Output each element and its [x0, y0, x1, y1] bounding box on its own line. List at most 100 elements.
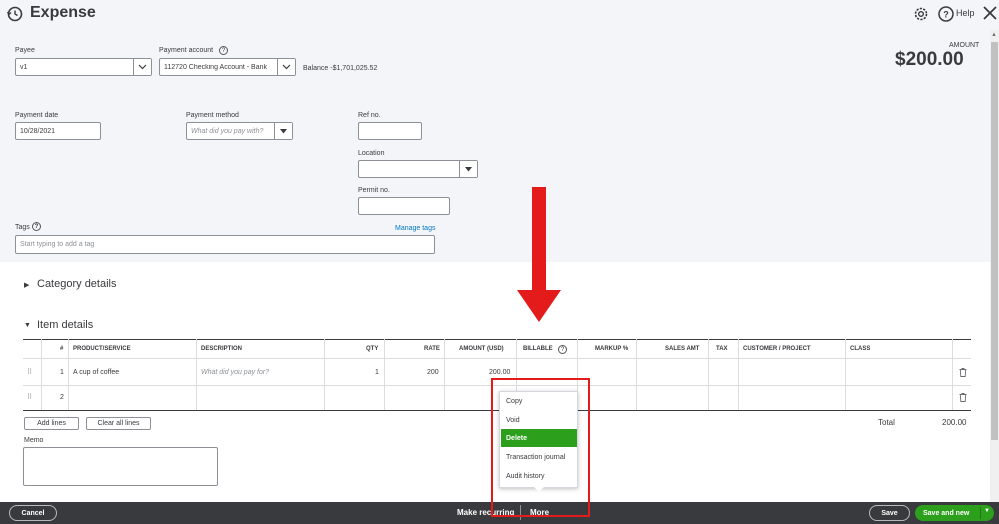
payee-value: v1: [20, 63, 28, 71]
row-product[interactable]: A cup of coffee: [73, 369, 119, 376]
ref-no-label: Ref no.: [358, 112, 381, 119]
billable-info-icon[interactable]: ?: [558, 345, 567, 354]
row-qty[interactable]: 1: [375, 369, 379, 376]
table-header-border: [23, 358, 971, 359]
row-description[interactable]: What did you pay for?: [201, 369, 269, 376]
header-bar: Expense ? Help: [0, 0, 999, 30]
close-icon[interactable]: [982, 4, 998, 22]
page-title: Expense: [30, 4, 96, 21]
memo-textarea[interactable]: [23, 447, 218, 486]
help-label[interactable]: Help: [956, 8, 975, 18]
col-divider: [952, 339, 953, 410]
amount-value: $200.00: [895, 49, 964, 70]
split-button-divider: [980, 507, 981, 519]
col-header-class: CLASS: [850, 346, 871, 352]
permit-no-input[interactable]: [358, 197, 450, 215]
payment-account-select[interactable]: 112720 Checking Account - Bank: [159, 58, 296, 76]
col-divider: [196, 339, 197, 410]
tags-info-icon[interactable]: ?: [32, 222, 41, 231]
col-divider: [444, 339, 445, 410]
col-header-product: PRODUCT/SERVICE: [73, 346, 131, 352]
save-button[interactable]: Save: [869, 505, 910, 521]
payment-account-label: Payment account: [159, 47, 214, 54]
scroll-up-icon[interactable]: ▲: [991, 32, 997, 38]
permit-no-label: Permit no.: [358, 187, 390, 194]
col-divider: [68, 339, 69, 410]
item-details-toggle[interactable]: Item details: [37, 319, 93, 331]
row-amount[interactable]: 200.00: [489, 369, 510, 376]
caret-down-icon[interactable]: ▼: [984, 508, 990, 514]
collapsed-triangle-icon[interactable]: ▶: [24, 281, 29, 289]
payment-date-label: Payment date: [15, 112, 59, 119]
col-header-qty: QTY: [366, 346, 379, 352]
trash-icon[interactable]: [959, 393, 967, 402]
col-divider: [324, 339, 325, 410]
location-label: Location: [358, 150, 385, 157]
expanded-triangle-icon[interactable]: ▼: [24, 322, 31, 329]
recent-transactions-icon[interactable]: [6, 5, 24, 23]
col-header-tax: TAX: [716, 346, 728, 352]
total-value: 200.00: [942, 418, 967, 427]
payment-method-placeholder: What did you pay with?: [191, 127, 264, 135]
svg-text:?: ?: [943, 10, 949, 20]
payment-account-dropdown[interactable]: [277, 59, 295, 75]
col-header-markup: MARKUP %: [595, 346, 629, 352]
clear-all-lines-button[interactable]: Clear all lines: [86, 417, 151, 430]
payment-date-value: 10/28/2021: [20, 127, 56, 135]
form-header-area: [0, 0, 999, 262]
tags-label: Tags: [15, 224, 30, 231]
table-top-border: [23, 339, 971, 340]
gear-icon[interactable]: [912, 5, 930, 23]
col-header-num: #: [60, 346, 64, 352]
annotation-highlight-box: [491, 378, 590, 517]
payment-date-input[interactable]: 10/28/2021: [15, 122, 101, 140]
tags-placeholder: Start typing to add a tag: [20, 241, 95, 248]
memo-label: Memo: [24, 437, 44, 444]
info-icon[interactable]: ?: [219, 46, 228, 55]
col-divider: [384, 339, 385, 410]
ref-no-input[interactable]: [358, 122, 422, 140]
save-and-new-label: Save and new: [923, 509, 970, 517]
caret-down-icon: [280, 128, 287, 133]
row-rate[interactable]: 200: [427, 369, 439, 376]
col-header-rate: RATE: [424, 346, 440, 352]
payee-label: Payee: [15, 47, 35, 54]
col-header-customer: CUSTOMER / PROJECT: [743, 346, 811, 352]
col-header-sales-amt: SALES AMT: [665, 346, 700, 352]
category-details-toggle[interactable]: Category details: [37, 278, 117, 290]
cancel-button[interactable]: Cancel: [9, 505, 57, 521]
col-divider: [708, 339, 709, 410]
col-divider: [636, 339, 637, 410]
annotation-arrow-head: [517, 290, 561, 322]
col-divider: [845, 339, 846, 410]
annotation-arrow-icon: [532, 187, 546, 291]
payment-method-dropdown[interactable]: [274, 123, 292, 139]
save-and-new-button[interactable]: Save and new: [915, 505, 994, 521]
chevron-down-icon: [282, 64, 291, 70]
col-header-billable: BILLABLE: [523, 346, 553, 352]
tags-input[interactable]: Start typing to add a tag: [15, 235, 435, 254]
amount-label: AMOUNT: [949, 42, 980, 49]
account-balance: Balance -$1,701,025.52: [303, 65, 378, 72]
col-divider: [41, 339, 42, 410]
manage-tags-link[interactable]: Manage tags: [395, 225, 435, 232]
location-dropdown[interactable]: [459, 161, 477, 177]
col-header-amount: AMOUNT (USD): [459, 346, 504, 352]
payee-select[interactable]: v1: [15, 58, 152, 76]
add-lines-button[interactable]: Add lines: [24, 417, 79, 430]
drag-handle-icon[interactable]: ⠿: [27, 393, 32, 401]
payment-method-label: Payment method: [186, 112, 239, 119]
col-divider: [738, 339, 739, 410]
scrollbar-thumb[interactable]: [991, 42, 998, 440]
row-num: 2: [60, 394, 64, 401]
row-num: 1: [60, 369, 64, 376]
col-header-description: DESCRIPTION: [201, 346, 243, 352]
help-icon[interactable]: ?: [937, 5, 955, 23]
caret-down-icon: [465, 166, 472, 171]
payee-dropdown[interactable]: [133, 59, 151, 75]
trash-icon[interactable]: [959, 368, 967, 377]
payment-account-value: 112720 Checking Account - Bank: [164, 63, 267, 71]
drag-handle-icon[interactable]: ⠿: [27, 368, 32, 376]
total-label: Total: [878, 418, 895, 427]
chevron-down-icon: [138, 64, 147, 70]
